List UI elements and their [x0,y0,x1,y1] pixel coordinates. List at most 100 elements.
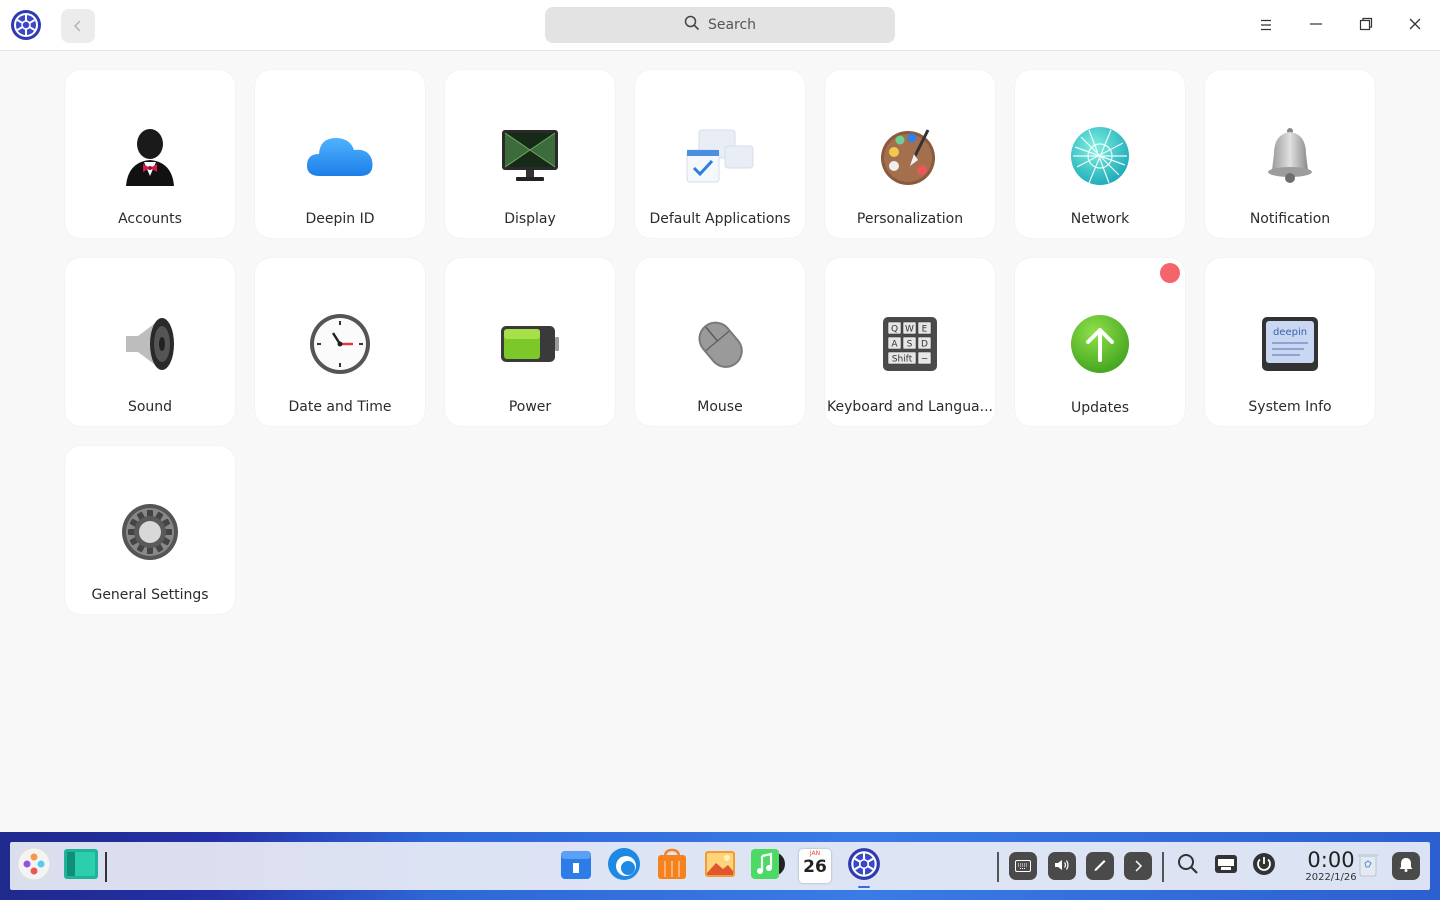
svg-text:A: A [891,340,898,350]
control-center-icon [847,847,881,885]
minimize-icon [1309,16,1323,35]
module-personalization[interactable]: Personalization [825,70,995,238]
menu-button[interactable] [1251,10,1281,40]
image-viewer-button[interactable] [701,847,739,885]
menu-icon [1259,16,1273,35]
control-center-button[interactable] [845,847,883,888]
search-icon [1177,853,1199,879]
accounts-icon [114,120,186,192]
terminal-icon [63,848,99,884]
pen-icon [1092,856,1108,876]
palette-icon [874,120,946,192]
bell-icon [1254,120,1326,192]
module-label: Sound [127,399,173,415]
maximize-icon [1359,16,1373,35]
module-default-applications[interactable]: Default Applications [635,70,805,238]
calendar-button[interactable]: JAN 26 [796,847,834,885]
browser-button[interactable] [605,847,643,885]
battery-icon [494,308,566,380]
svg-text:D: D [921,340,928,350]
pen-button[interactable] [1086,852,1114,880]
module-label: Mouse [697,399,743,415]
notification-icon [1398,856,1414,876]
module-accounts[interactable]: Accounts [65,70,235,238]
cloud-icon [304,120,376,192]
terminal-button[interactable] [62,847,100,885]
svg-text:−: − [921,355,929,365]
dock-separator [1162,852,1164,882]
svg-text:E: E [922,325,928,335]
module-label: General Settings [91,587,209,603]
module-label: Accounts [118,211,182,227]
module-label: Date and Time [288,399,392,415]
module-label: Display [504,211,556,227]
module-mouse[interactable]: Mouse [635,258,805,426]
update-badge [1160,263,1180,283]
power-button[interactable] [1250,852,1278,880]
back-button[interactable] [61,9,95,43]
dock-separator [997,852,999,882]
minimize-button[interactable] [1301,10,1331,40]
module-label: Notification [1249,211,1331,227]
expand-arrow-icon [1133,857,1143,876]
volume-button[interactable] [1048,852,1076,880]
trash-icon [1357,851,1379,881]
expand-tray-button[interactable] [1124,852,1152,880]
svg-text:W: W [905,325,914,335]
music-icon [749,847,785,885]
maximize-button[interactable] [1351,10,1381,40]
chevron-left-icon [72,17,84,36]
module-general-settings[interactable]: General Settings [65,446,235,614]
launcher-button[interactable] [15,847,53,885]
module-network[interactable]: Network [1015,70,1185,238]
module-sound[interactable]: Sound [65,258,235,426]
keyboard-layout-icon [1214,854,1238,878]
calendar-icon: JAN 26 [799,849,831,883]
music-button[interactable] [748,847,786,885]
module-power[interactable]: Power [445,258,615,426]
module-label: Updates [1071,400,1129,416]
module-notification[interactable]: Notification [1205,70,1375,238]
svg-text:S: S [907,340,913,350]
dock-search-button[interactable] [1174,852,1202,880]
close-button[interactable] [1400,10,1430,40]
module-display[interactable]: Display [445,70,615,238]
file-manager-button[interactable] [557,847,595,885]
svg-text:deepin: deepin [1273,327,1307,338]
app-store-icon [655,847,689,885]
svg-text:Q: Q [891,325,898,335]
close-icon [1408,16,1422,35]
active-indicator [858,886,870,888]
module-keyboard-and-language[interactable]: QWE ASD Shift − Keyboard and Langua... [825,258,995,426]
onscreen-keyboard-icon [1015,857,1031,876]
module-label: Default Applications [649,211,791,227]
module-label: Deepin ID [305,211,375,227]
calendar-day: 26 [803,857,827,877]
module-label: Power [508,399,552,415]
trash-button[interactable] [1349,847,1387,885]
module-deepin-id[interactable]: Deepin ID [255,70,425,238]
browser-icon [607,847,641,885]
file-manager-icon [559,847,593,885]
image-viewer-icon [703,847,737,885]
control-center-logo-icon [10,9,42,41]
module-date-and-time[interactable]: Date and Time [255,258,425,426]
notification-center-button[interactable] [1392,852,1420,880]
svg-text:Shift: Shift [892,355,913,365]
module-system-info[interactable]: deepin System Info [1205,258,1375,426]
monitor-icon [494,120,566,192]
module-label: Personalization [856,211,964,227]
power-icon [1252,852,1276,880]
app-store-button[interactable] [653,847,691,885]
keyboard-layout-button[interactable] [1212,852,1240,880]
onscreen-keyboard-button[interactable] [1009,852,1037,880]
dock-separator [105,852,107,882]
module-updates[interactable]: Updates [1015,258,1185,426]
module-label: Keyboard and Langua... [827,399,993,415]
default-apps-icon [684,120,756,192]
speaker-icon [114,308,186,380]
module-label: System Info [1248,399,1332,415]
search-input[interactable]: Search [545,7,895,43]
dock: JAN 26 0:00 2022/1/26 [10,842,1430,890]
clock-icon [304,308,376,380]
